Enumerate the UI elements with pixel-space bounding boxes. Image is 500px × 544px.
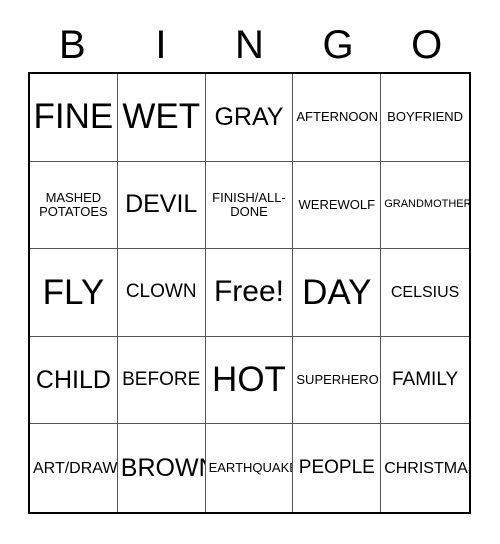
bingo-header: B I N G O [28, 18, 471, 72]
bingo-cell[interactable]: BROWN [117, 424, 206, 512]
bingo-cell-label: CELSIUS [390, 283, 460, 301]
bingo-cell-label: CHRISTMAS [384, 459, 469, 477]
bingo-cell-label: GRAY [214, 102, 284, 131]
bingo-cell[interactable]: FINISH/ALL- DONE [205, 161, 294, 250]
bingo-cell-label: CHILD [35, 365, 111, 394]
bingo-cell[interactable]: BOYFRIEND [381, 74, 469, 162]
bingo-cell-label: CLOWN [125, 281, 197, 303]
bingo-cell[interactable]: CHRISTMAS [381, 424, 469, 512]
bingo-cell-label: HOT [212, 360, 286, 400]
bingo-cell[interactable]: HOT [205, 336, 294, 425]
bingo-cell-label: BEFORE [122, 368, 201, 390]
bingo-cell[interactable]: FAMILY [381, 336, 469, 425]
bingo-cell-label: FLY [42, 272, 105, 312]
bingo-cell-label: BROWN [120, 453, 205, 482]
bingo-cell[interactable]: SUPERHERO [293, 336, 382, 425]
bingo-cell[interactable]: CHILD [30, 336, 118, 425]
bingo-cell[interactable]: BEFORE [117, 336, 206, 425]
bingo-cell-label: WEREWOLF [298, 196, 376, 212]
bingo-cell-label: DAY [302, 272, 372, 312]
bingo-cell[interactable]: GRAY [205, 74, 294, 162]
bingo-cell[interactable]: CLOWN [117, 249, 206, 337]
bingo-cell-label: SUPERHERO [296, 372, 379, 388]
bingo-cell[interactable]: WET [117, 74, 206, 162]
bingo-cell[interactable]: MASHED POTATOES [30, 161, 118, 250]
bingo-cell[interactable]: EARTHQUAKE [205, 424, 294, 512]
bingo-header-letter-n: N [235, 23, 264, 67]
bingo-cell[interactable]: FLY [30, 249, 118, 337]
bingo-cell[interactable]: DAY [293, 249, 382, 337]
bingo-header-letter-o: O [411, 23, 443, 67]
bingo-cell-label: BOYFRIEND [387, 109, 464, 125]
bingo-cell-label: MASHED POTATOES [39, 189, 108, 219]
bingo-cell[interactable]: CELSIUS [381, 249, 469, 337]
bingo-cell-label: AFTERNOON [296, 109, 379, 125]
bingo-grid: FINE WET GRAY AFTERNOON BOYFRIEND MASHED… [28, 72, 471, 514]
bingo-cell-label: FAMILY [392, 368, 459, 390]
bingo-cell[interactable]: DEVIL [117, 161, 206, 250]
bingo-cell-label: EARTHQUAKE [208, 460, 294, 476]
bingo-cell[interactable]: FINE [30, 74, 118, 162]
bingo-cell[interactable]: WEREWOLF [293, 161, 382, 250]
bingo-cell[interactable]: ART/DRAW [30, 424, 118, 512]
bingo-cell-label: Free! [213, 275, 284, 309]
bingo-card: B I N G O FINE WET GRAY AFTERNOON BOYFRI… [0, 0, 500, 544]
bingo-cell[interactable]: AFTERNOON [293, 74, 382, 162]
bingo-cell-label: FINE [33, 97, 114, 137]
bingo-cell-label: WET [122, 97, 201, 137]
bingo-cell[interactable]: PEOPLE [293, 424, 382, 512]
bingo-cell[interactable]: GRANDMOTHER [381, 161, 469, 250]
bingo-cell-label: FINISH/ALL- DONE [212, 189, 286, 219]
bingo-cell-label: ART/DRAW [33, 459, 118, 477]
bingo-cell-label: PEOPLE [298, 456, 375, 478]
bingo-header-letter-g: G [322, 23, 354, 67]
bingo-cell-label: DEVIL [125, 190, 198, 219]
bingo-header-letter-b: B [58, 23, 86, 67]
bingo-cell-free[interactable]: Free! [205, 249, 294, 337]
bingo-cell-label: GRANDMOTHER [384, 197, 469, 210]
bingo-header-letter-i: I [155, 23, 167, 67]
